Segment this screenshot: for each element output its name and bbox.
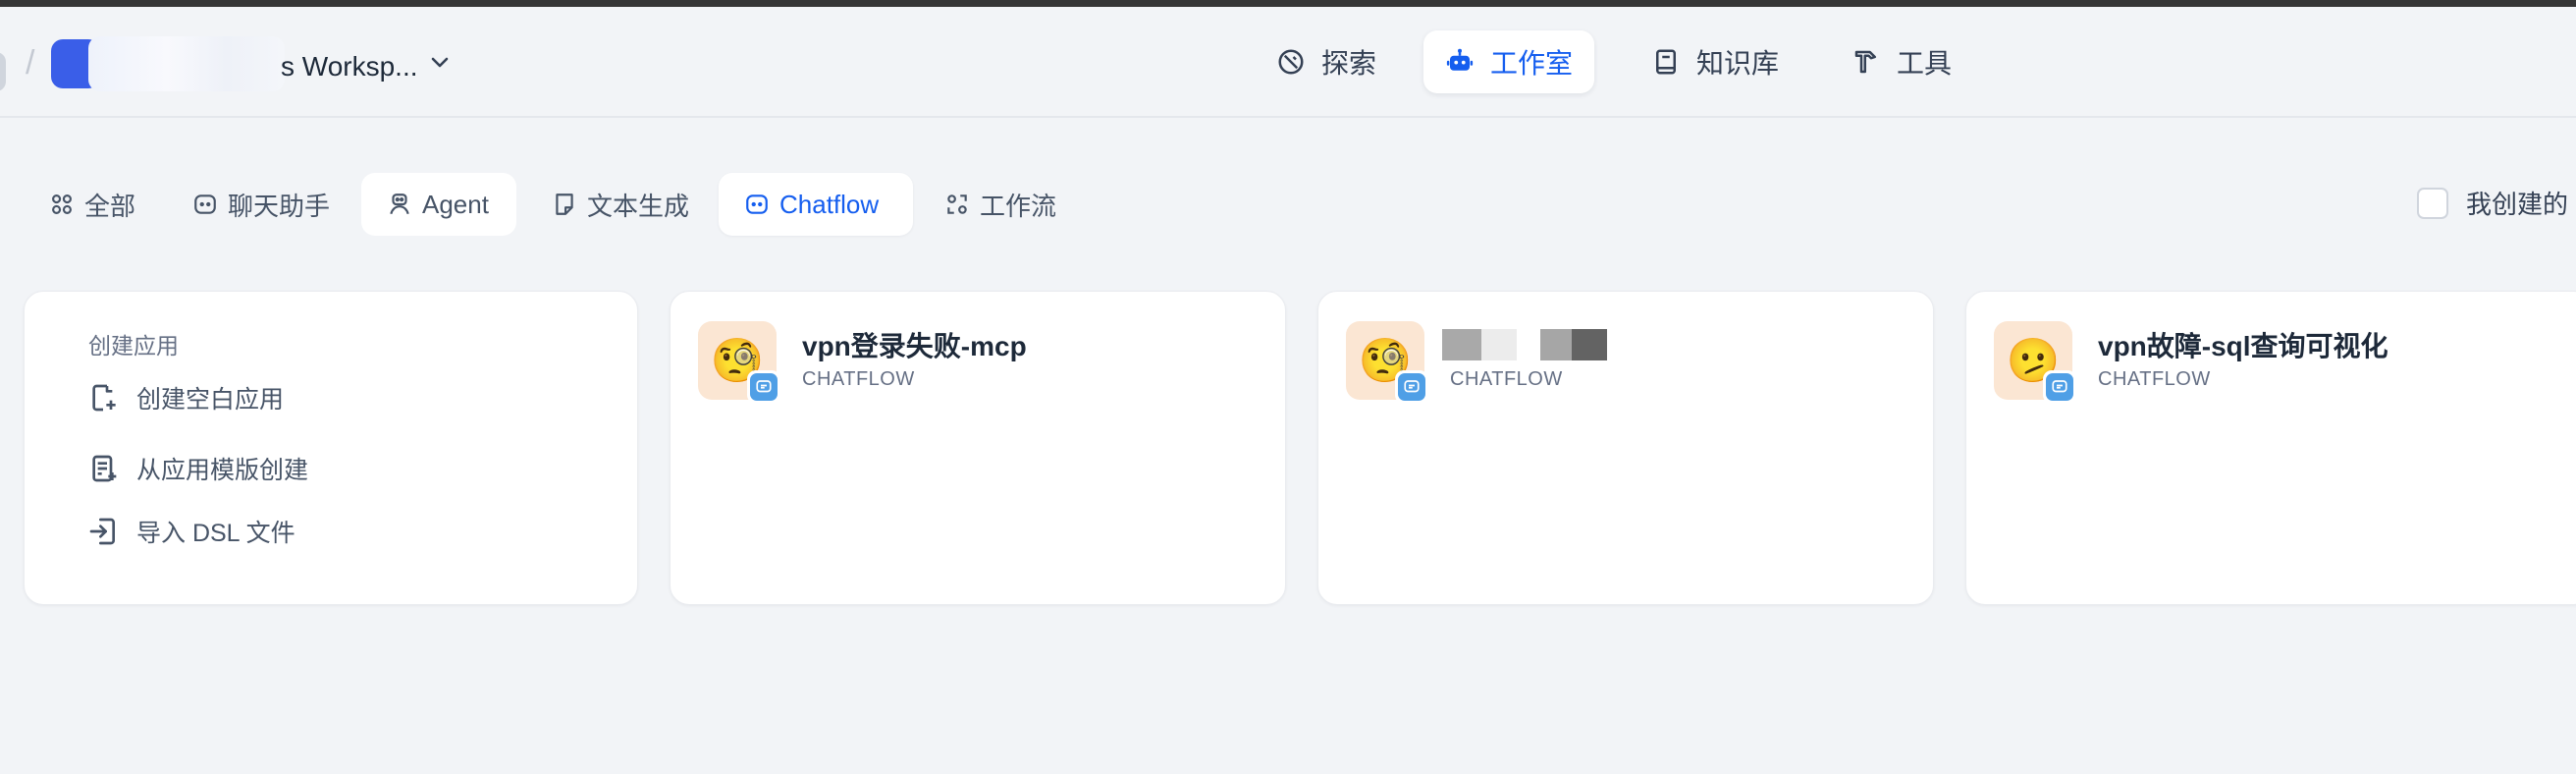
filter-chatflow[interactable]: Chatflow (719, 173, 913, 236)
chat-icon (194, 194, 216, 214)
chatflow-badge-icon (2043, 370, 2076, 404)
nav-tools-label: 工具 (1897, 48, 1953, 79)
create-from-template-button[interactable]: 从应用模版创建 (87, 451, 308, 486)
hammer-icon (1854, 50, 1876, 74)
app-card[interactable]: 🧐 vpn登录失败-mcp CHATFLOW (670, 291, 1286, 605)
robot-icon (1446, 48, 1474, 71)
import-icon (89, 518, 115, 545)
import-dsl-button[interactable]: 导入 DSL 文件 (87, 514, 295, 549)
chatflow-icon (746, 194, 768, 214)
chatflow-badge-icon (747, 370, 780, 404)
app-name-redacted (1481, 329, 1517, 360)
app-type: CHATFLOW (1450, 368, 1563, 390)
filter-all-label: 全部 (84, 191, 136, 221)
app-name-redacted (1572, 329, 1607, 360)
filter-workflow[interactable]: 工作流 (919, 173, 1082, 236)
chatflow-badge-icon (1395, 370, 1428, 404)
nav-knowledge[interactable]: 知识库 (1630, 30, 1800, 93)
file-plus-icon (92, 384, 116, 412)
created-by-me-filter[interactable]: 我创建的 (2417, 185, 2568, 221)
chevron-down-icon[interactable] (428, 50, 452, 74)
book-icon (1656, 49, 1676, 75)
app-name: vpn故障-sql查询可视化 (2098, 331, 2388, 361)
workflow-icon (947, 194, 967, 214)
app-type: CHATFLOW (802, 368, 915, 390)
app-name: vpn登录失败-mcp (802, 331, 1027, 361)
app-name-redacted (1442, 329, 1481, 360)
create-app-title: 创建应用 (88, 333, 179, 359)
create-app-card: 创建应用 创建空白应用 从应用模版创建 导入 DSL 文件 (24, 291, 638, 605)
filter-chatflow-label: Chatflow (779, 189, 880, 219)
create-blank-app-label: 创建空白应用 (136, 386, 285, 414)
template-icon (92, 455, 117, 482)
filter-text-generation[interactable]: 文本生成 (526, 173, 715, 236)
workspace-name-redacted (88, 36, 285, 91)
nav-explore[interactable]: 探索 (1255, 30, 1398, 93)
app-card[interactable]: 🫤 vpn故障-sql查询可视化 CHATFLOW (1965, 291, 2576, 605)
agent-icon (390, 194, 409, 215)
created-by-me-label: 我创建的 (2466, 190, 2569, 219)
filter-agent[interactable]: Agent (361, 173, 516, 236)
create-blank-app-button[interactable]: 创建空白应用 (87, 380, 284, 415)
nav-studio[interactable]: 工作室 (1423, 30, 1595, 93)
filter-workflow-label: 工作流 (980, 191, 1057, 221)
window-top-bar (0, 0, 2576, 7)
create-from-template-label: 从应用模版创建 (136, 457, 309, 484)
app-type: CHATFLOW (2098, 368, 2211, 390)
filter-chat-assistant-label: 聊天助手 (228, 191, 331, 221)
filter-text-generation-label: 文本生成 (587, 191, 690, 221)
nav-explore-label: 探索 (1321, 48, 1377, 79)
workspace-name[interactable]: s Worksp... (281, 51, 418, 83)
compass-icon (1278, 49, 1304, 75)
filter-all[interactable]: 全部 (24, 173, 161, 236)
nav-knowledge-label: 知识库 (1696, 48, 1780, 79)
nav-tools[interactable]: 工具 (1830, 30, 1973, 93)
nav-studio-label: 工作室 (1490, 48, 1574, 79)
filter-chat-assistant[interactable]: 聊天助手 (167, 173, 355, 236)
created-by-me-checkbox[interactable] (2417, 187, 2448, 219)
back-indicator[interactable] (0, 52, 6, 91)
import-dsl-label: 导入 DSL 文件 (136, 520, 295, 547)
breadcrumb-separator: / (26, 44, 35, 82)
filter-agent-label: Agent (422, 189, 489, 219)
grid-icon (52, 194, 72, 214)
app-card[interactable]: 🧐 CHATFLOW (1317, 291, 1934, 605)
top-header: / s Worksp... 探索 工作室 知识库 工具 (0, 7, 2576, 118)
document-icon (556, 194, 573, 215)
app-name-redacted (1540, 329, 1576, 360)
